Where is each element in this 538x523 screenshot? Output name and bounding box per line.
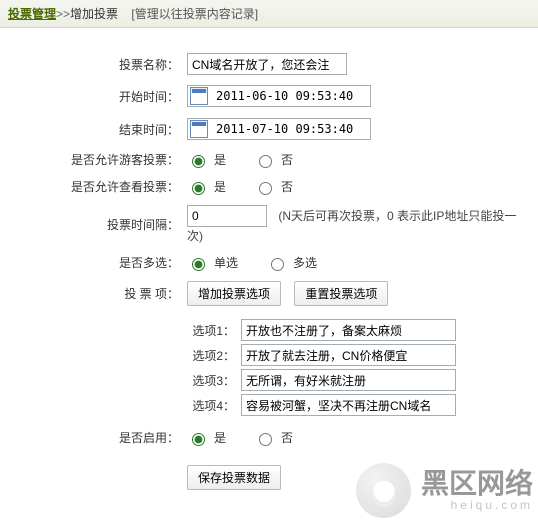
option-input-2[interactable] bbox=[241, 344, 456, 366]
option-label: 选项2： bbox=[187, 347, 235, 364]
label-interval: 投票时间隔： bbox=[10, 200, 183, 249]
radio-single[interactable]: 单选 bbox=[187, 254, 238, 271]
radio-multi[interactable]: 多选 bbox=[266, 254, 317, 271]
option-row: 选项3： bbox=[187, 369, 524, 391]
option-input-4[interactable] bbox=[241, 394, 456, 416]
radio-enable-yes[interactable]: 是 bbox=[187, 429, 226, 446]
crumb-add-vote: 增加投票 bbox=[70, 7, 118, 21]
radio-view-no[interactable]: 否 bbox=[254, 178, 293, 195]
save-button[interactable]: 保存投票数据 bbox=[187, 465, 281, 490]
breadcrumb: 投票管理>>增加投票 [管理以往投票内容记录] bbox=[0, 0, 538, 28]
label-start: 开始时间： bbox=[10, 80, 183, 113]
calendar-icon[interactable] bbox=[190, 120, 208, 138]
radio-guest-yes[interactable]: 是 bbox=[187, 151, 226, 168]
option-row: 选项1： bbox=[187, 319, 524, 341]
start-datepicker[interactable] bbox=[187, 85, 371, 107]
option-row: 选项4： bbox=[187, 394, 524, 416]
label-end: 结束时间： bbox=[10, 113, 183, 146]
radio-view-yes[interactable]: 是 bbox=[187, 178, 226, 195]
input-vote-name[interactable] bbox=[187, 53, 347, 75]
form-area: 投票名称： 开始时间： 结束时间： 是否允许游客投票： 是 否 bbox=[0, 28, 538, 505]
label-name: 投票名称： bbox=[10, 48, 183, 80]
reset-option-button[interactable]: 重置投票选项 bbox=[294, 281, 388, 306]
label-items: 投 票 项： bbox=[10, 276, 183, 311]
options-list: 选项1： 选项2： 选项3： 选项4： bbox=[183, 311, 528, 424]
option-input-3[interactable] bbox=[241, 369, 456, 391]
radio-guest-no[interactable]: 否 bbox=[254, 151, 293, 168]
label-view: 是否允许查看投票： bbox=[10, 173, 183, 200]
input-start-time[interactable] bbox=[212, 87, 370, 105]
option-label: 选项4： bbox=[187, 397, 235, 414]
label-enable: 是否启用： bbox=[10, 424, 183, 451]
option-label: 选项3： bbox=[187, 372, 235, 389]
label-guest: 是否允许游客投票： bbox=[10, 146, 183, 173]
history-link[interactable]: [管理以往投票内容记录] bbox=[131, 7, 258, 21]
label-multi: 是否多选： bbox=[10, 249, 183, 276]
crumb-vote-manage[interactable]: 投票管理 bbox=[8, 7, 56, 21]
input-end-time[interactable] bbox=[212, 120, 370, 138]
option-row: 选项2： bbox=[187, 344, 524, 366]
end-datepicker[interactable] bbox=[187, 118, 371, 140]
crumb-sep: >> bbox=[56, 7, 70, 21]
option-input-1[interactable] bbox=[241, 319, 456, 341]
add-option-button[interactable]: 增加投票选项 bbox=[187, 281, 281, 306]
option-label: 选项1： bbox=[187, 322, 235, 339]
calendar-icon[interactable] bbox=[190, 87, 208, 105]
input-interval[interactable] bbox=[187, 205, 267, 227]
radio-enable-no[interactable]: 否 bbox=[254, 429, 293, 446]
